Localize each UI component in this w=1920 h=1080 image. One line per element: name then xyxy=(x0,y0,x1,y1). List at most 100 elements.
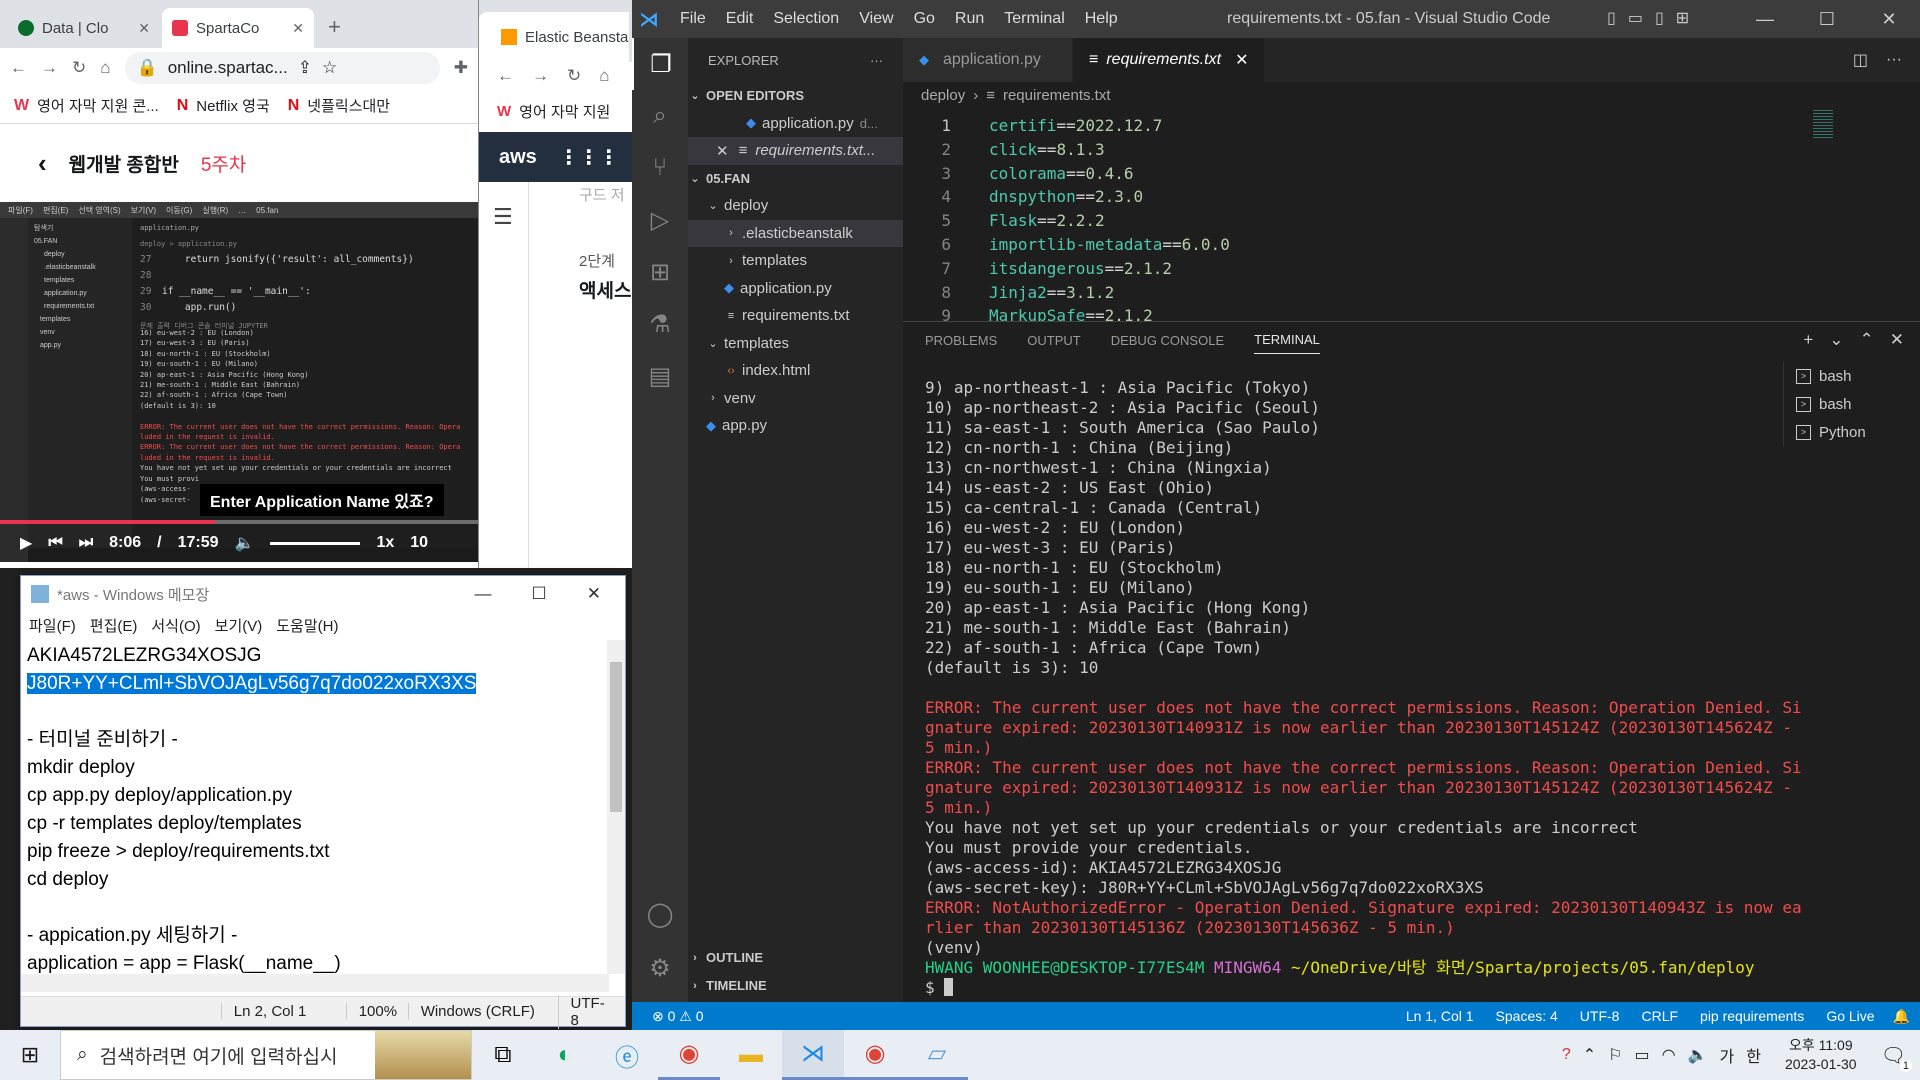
video-progress-bar[interactable] xyxy=(0,520,478,524)
timeline-section[interactable]: › TIMELINE xyxy=(688,972,903,1000)
notepad-menu-item[interactable]: 보기(V) xyxy=(215,615,263,636)
task-view-icon[interactable]: ⧉ xyxy=(472,1030,534,1080)
status-item[interactable]: pip requirements xyxy=(1700,1008,1804,1024)
notepad-menu-item[interactable]: 도움말(H) xyxy=(276,615,338,636)
maximize-icon[interactable]: ☐ xyxy=(1796,0,1858,38)
chrome-tab-elastic-beanstalk[interactable]: Elastic Beansta xyxy=(479,12,629,62)
notepad-menu-item[interactable]: 서식(O) xyxy=(151,615,200,636)
tree-item[interactable]: › templates xyxy=(688,247,903,275)
more-actions-icon[interactable]: ··· xyxy=(1886,51,1902,69)
forward-icon[interactable]: → xyxy=(41,58,58,78)
extensions-icon[interactable]: ✚ xyxy=(454,58,468,78)
editor-tab-requirements-txt[interactable]: ≡ requirements.txt ✕ xyxy=(1073,38,1266,82)
close-icon[interactable]: ✕ xyxy=(1235,50,1248,70)
previous-icon[interactable]: ⏮ xyxy=(48,534,62,552)
scroll-thumb[interactable] xyxy=(610,662,622,812)
notepad-menu-item[interactable]: 파일(F) xyxy=(29,615,76,636)
address-bar[interactable]: 🔒 online.spartac... ⇪ ☆ xyxy=(124,52,440,84)
new-tab-button[interactable]: + xyxy=(316,14,353,48)
notification-center-icon[interactable]: 🗨 1 xyxy=(1881,1043,1912,1072)
open-editor-item-active[interactable]: ✕ ≡ requirements.txt... xyxy=(688,137,903,165)
chrome-tab-sparta[interactable]: SpartaCo ✕ xyxy=(162,8,314,48)
back-icon[interactable]: ← xyxy=(497,66,514,86)
menu-help[interactable]: Help xyxy=(1085,10,1118,28)
internet-explorer-icon[interactable]: ⓔ xyxy=(596,1030,658,1080)
folder-section[interactable]: ⌄ 05.FAN xyxy=(688,165,903,193)
ime-language[interactable]: 한 xyxy=(1746,1043,1761,1067)
status-item[interactable]: Go Live xyxy=(1826,1008,1874,1024)
testing-flask-icon[interactable]: ⚗ xyxy=(632,298,688,350)
account-icon[interactable]: ◯ xyxy=(632,888,688,940)
star-icon[interactable]: ☆ xyxy=(322,58,337,78)
explorer-icon[interactable]: ❐ xyxy=(632,38,688,90)
file-explorer-icon[interactable]: ▬ xyxy=(720,1030,782,1080)
tree-item[interactable]: ⌄ deploy xyxy=(688,192,903,220)
split-editor-icon[interactable]: ◫ xyxy=(1853,50,1868,70)
notepad-horizontal-scrollbar[interactable] xyxy=(21,974,609,992)
open-editor-item[interactable]: ◆ application.py d... xyxy=(688,110,903,138)
chrome-tab-data[interactable]: Data | Clo ✕ xyxy=(8,8,160,48)
forward-icon[interactable]: → xyxy=(532,66,549,86)
customize-layout-icon[interactable]: ⊞ xyxy=(1676,8,1689,28)
status-item[interactable]: UTF-8 xyxy=(1580,1008,1620,1024)
terminal-item[interactable]: > bash xyxy=(1784,390,1920,418)
terminal-item[interactable]: > Python xyxy=(1784,418,1920,446)
minimize-icon[interactable]: — xyxy=(475,584,492,604)
back-chevron-icon[interactable]: ‹ xyxy=(38,148,47,179)
bookmark-item[interactable]: N 넷플릭스대만 xyxy=(288,95,390,116)
bookmark-label[interactable]: 영어 자막 지원 xyxy=(519,101,610,122)
minimize-icon[interactable]: — xyxy=(1734,0,1796,38)
toggle-sidebar-icon[interactable]: ▯ xyxy=(1607,8,1616,28)
status-item[interactable]: Ln 1, Col 1 xyxy=(1406,1008,1474,1024)
notepad-taskbar-icon[interactable]: ▱ xyxy=(906,1030,968,1080)
outline-section[interactable]: › OUTLINE xyxy=(688,944,903,972)
new-terminal-icon[interactable]: + xyxy=(1803,330,1813,350)
menu-selection[interactable]: Selection xyxy=(773,10,839,28)
notepad-vertical-scrollbar[interactable] xyxy=(607,640,625,974)
network-icon[interactable]: ⚐ xyxy=(1608,1045,1622,1065)
close-icon[interactable]: ✕ xyxy=(716,142,729,160)
notepad-text-area[interactable]: AKIA4572LEZRG34XOSJG J80R+YY+CLml+SbVOJAg… xyxy=(21,640,605,974)
bookmark-item[interactable]: N Netflix 영국 xyxy=(177,95,270,116)
panel-tab-output[interactable]: OUTPUT xyxy=(1027,333,1080,348)
close-icon[interactable]: ✕ xyxy=(587,584,601,604)
status-item[interactable]: Spaces: 4 xyxy=(1496,1008,1558,1024)
aws-logo[interactable]: aws xyxy=(499,146,537,169)
terminal-item[interactable]: > bash xyxy=(1784,362,1920,390)
menu-run[interactable]: Run xyxy=(955,10,984,28)
maximize-icon[interactable]: ☐ xyxy=(532,584,547,604)
close-icon[interactable]: ✕ xyxy=(138,20,150,37)
editor-tab-application-py[interactable]: ◆ application.py xyxy=(903,38,1073,82)
maximize-panel-icon[interactable]: ⌃ xyxy=(1860,330,1874,350)
play-icon[interactable]: ▶ xyxy=(20,533,32,553)
notepad-menu-item[interactable]: 편집(E) xyxy=(90,615,138,636)
ime-mode[interactable]: 가 xyxy=(1720,1043,1735,1067)
status-item[interactable]: CRLF xyxy=(1641,1008,1678,1024)
home-icon[interactable]: ⌂ xyxy=(100,58,110,78)
terminal-input-line[interactable]: $ xyxy=(925,978,1765,998)
breadcrumb-file[interactable]: requirements.txt xyxy=(1003,87,1111,104)
toggle-panel-icon[interactable]: ▭ xyxy=(1628,8,1643,28)
panel-tab-debug-console[interactable]: DEBUG CONSOLE xyxy=(1111,333,1224,348)
problems-count[interactable]: ⊗ 0 ⚠ 0 xyxy=(632,1008,704,1025)
clock[interactable]: 오후 11:09 2023-01-30 xyxy=(1773,1036,1869,1074)
help-icon[interactable]: ? xyxy=(1562,1046,1571,1064)
source-control-icon[interactable]: ⑂ xyxy=(632,142,688,194)
bookmark-item[interactable]: W 영어 자막 지원 콘... xyxy=(14,95,159,116)
panel-tab-terminal[interactable]: TERMINAL xyxy=(1254,332,1320,354)
chrome-icon[interactable]: ◉ xyxy=(658,1030,720,1080)
taskbar-search[interactable]: ⌕ 검색하려면 여기에 입력하십시 xyxy=(60,1030,472,1080)
menu-go[interactable]: Go xyxy=(914,10,935,28)
menu-terminal[interactable]: Terminal xyxy=(1004,10,1064,28)
lecture-video-player[interactable]: 파일(F) 편집(E) 선택 영역(S) 보기(V) 이동(G) 실행(R) … 05.fan… xyxy=(0,202,478,562)
settings-gear-icon[interactable]: ⚙ xyxy=(632,942,688,994)
speed-button[interactable]: 1x xyxy=(376,534,394,552)
volume-icon[interactable]: 🔈 xyxy=(1688,1045,1708,1065)
terminal-dropdown-icon[interactable]: ⌄ xyxy=(1829,330,1843,350)
home-icon[interactable]: ⌂ xyxy=(599,66,609,86)
edge-icon[interactable]: ◐ xyxy=(534,1030,596,1080)
tree-item[interactable]: ≡ requirements.txt xyxy=(688,302,903,330)
notifications-icon[interactable]: 🔔 xyxy=(1893,1008,1920,1025)
terminal-output[interactable]: 9) ap-northeast-1 : Asia Pacific (Tokyo)… xyxy=(925,378,1802,998)
minimap[interactable] xyxy=(1813,110,1833,140)
